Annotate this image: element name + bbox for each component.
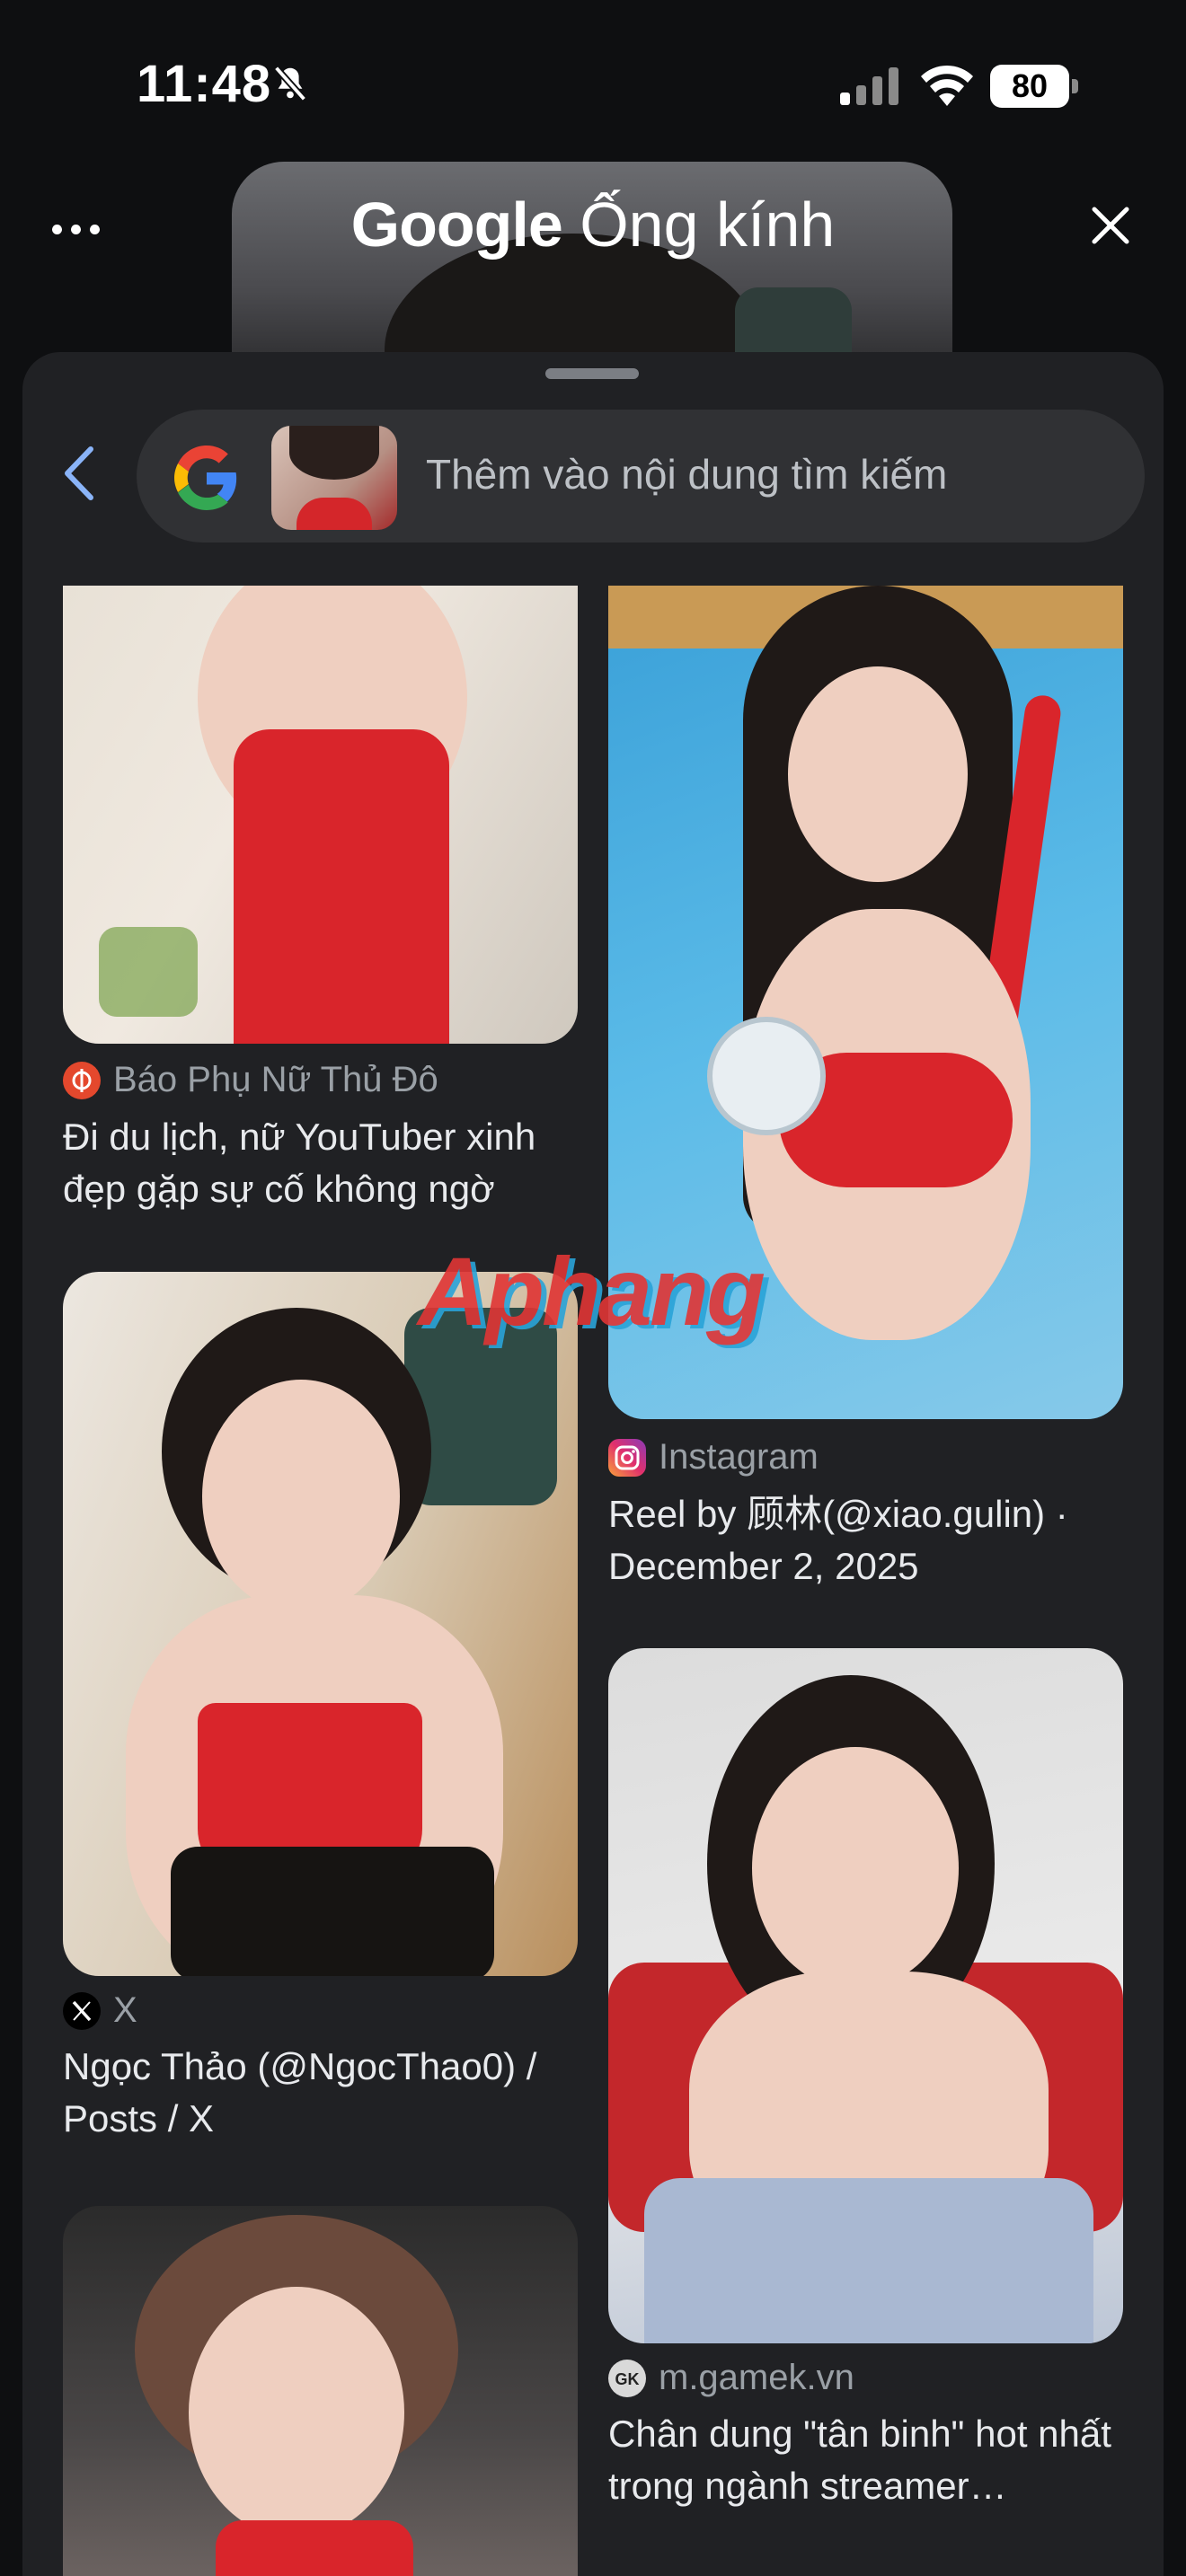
result-card[interactable]: Báo Phụ Nữ Thủ Đô Đi du lịch, nữ YouTube… bbox=[63, 586, 578, 1232]
result-image[interactable] bbox=[63, 2206, 578, 2576]
result-source-name: Báo Phụ Nữ Thủ Đô bbox=[113, 1060, 438, 1099]
brand-product: Ống kính bbox=[580, 190, 836, 260]
result-source: Báo Phụ Nữ Thủ Đô bbox=[63, 1060, 438, 1100]
result-card[interactable] bbox=[63, 2206, 578, 2576]
lens-title: Google Ống kính bbox=[0, 189, 1186, 260]
result-source: X bbox=[63, 1990, 137, 2031]
result-image[interactable] bbox=[63, 1272, 578, 1976]
battery-level: 80 bbox=[1011, 67, 1049, 104]
result-title[interactable]: Chân dung "tân binh" hot nhất trong ngàn… bbox=[608, 2408, 1123, 2512]
lens-header: Google Ống kính bbox=[0, 162, 1186, 377]
query-thumbnail[interactable] bbox=[271, 426, 397, 530]
gamek-icon: GK bbox=[608, 2359, 646, 2397]
result-source-name: m.gamek.vn bbox=[659, 2358, 854, 2397]
result-source: Instagram bbox=[608, 1437, 819, 1478]
more-options-icon[interactable] bbox=[52, 216, 106, 243]
signal-icon bbox=[840, 67, 898, 105]
google-g-icon bbox=[174, 446, 237, 510]
x-icon bbox=[63, 1991, 101, 2030]
result-title[interactable]: Ngọc Thảo (@NgocThao0) / Posts / X bbox=[63, 2041, 578, 2145]
search-bar[interactable]: Thêm vào nội dung tìm kiếm bbox=[137, 410, 1145, 543]
status-time: 11:48 bbox=[137, 55, 272, 113]
brand-google: Google bbox=[350, 190, 563, 260]
result-image[interactable] bbox=[63, 586, 578, 1044]
instagram-icon bbox=[608, 1438, 646, 1477]
status-bar: 11:48 80 bbox=[0, 0, 1186, 171]
result-title[interactable]: Reel by 顾林(@xiao.gulin) · December 2, 20… bbox=[608, 1488, 1123, 1592]
chevron-left-icon[interactable] bbox=[58, 442, 103, 505]
search-input[interactable]: Thêm vào nội dung tìm kiếm bbox=[426, 450, 947, 498]
result-card[interactable]: GK m.gamek.vn Chân dung "tân binh" hot n… bbox=[608, 1648, 1123, 2546]
wifi-icon bbox=[921, 65, 973, 106]
watermark: Aphang bbox=[418, 1237, 766, 1345]
bell-slash-icon bbox=[273, 66, 307, 101]
bao-phu-nu-icon bbox=[63, 1061, 101, 1099]
result-title[interactable]: Đi du lịch, nữ YouTuber xinh đẹp gặp sự … bbox=[63, 1111, 578, 1215]
result-source-name: Instagram bbox=[659, 1437, 819, 1477]
result-source-name: X bbox=[113, 1990, 137, 2030]
result-image[interactable] bbox=[608, 1648, 1123, 2343]
result-card[interactable]: X Ngọc Thảo (@NgocThao0) / Posts / X bbox=[63, 1272, 578, 2170]
sheet-drag-handle[interactable] bbox=[545, 368, 639, 379]
result-source: GK m.gamek.vn bbox=[608, 2358, 854, 2398]
results-sheet: Thêm vào nội dung tìm kiếm Báo Phụ Nữ Th… bbox=[22, 352, 1164, 2576]
close-icon[interactable] bbox=[1087, 202, 1134, 249]
result-card[interactable]: Instagram bbox=[608, 586, 1123, 1484]
svg-text:GK: GK bbox=[615, 2370, 640, 2388]
battery-icon: 80 bbox=[990, 65, 1080, 108]
